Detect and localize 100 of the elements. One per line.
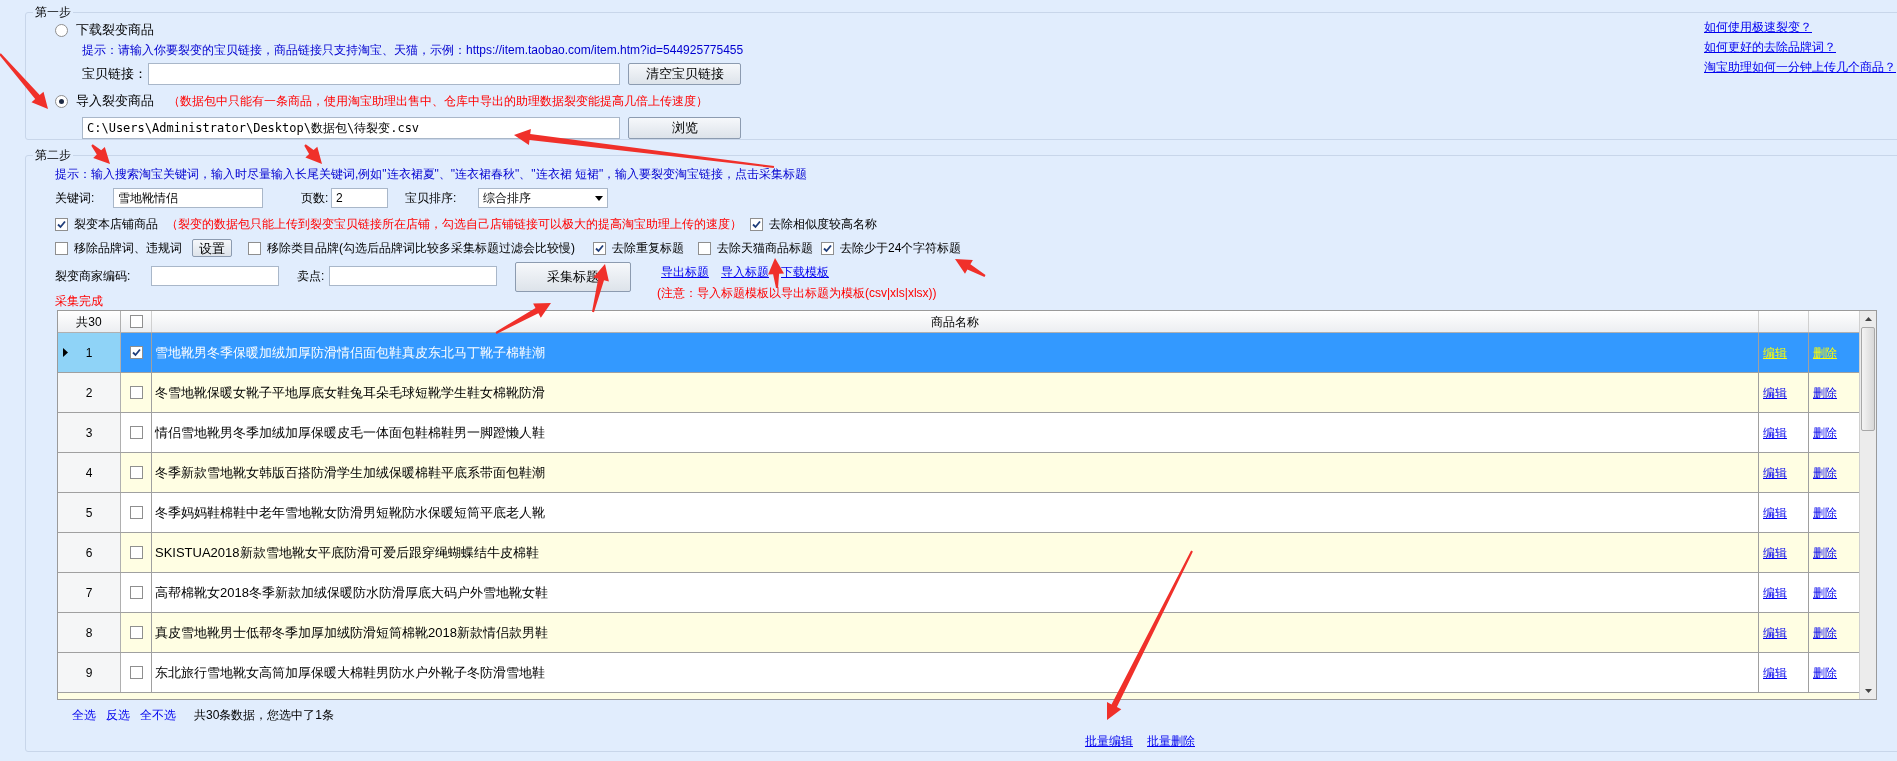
table-row[interactable]: 4 冬季新款雪地靴女韩版百搭防滑学生加绒保暖棉鞋平底系带面包鞋潮 编辑 删除 [58, 453, 1859, 493]
row-count-header: 共30 [58, 311, 121, 332]
sort-dropdown[interactable]: 综合排序 [478, 188, 608, 208]
status-text: 采集完成 [55, 293, 104, 310]
row-number: 4 [85, 464, 93, 482]
table-row[interactable]: 1 雪地靴男冬季保暖加绒加厚防滑情侣面包鞋真皮东北马丁靴子棉鞋潮 编辑 删除 [58, 333, 1859, 373]
row-number: 3 [85, 424, 93, 442]
checkbox-label: 移除品牌词、违规词 [74, 240, 182, 257]
checkbox[interactable] [593, 241, 606, 255]
browse-button[interactable]: 浏览 [628, 117, 741, 139]
checkbox[interactable] [129, 666, 143, 679]
row-number: 5 [85, 504, 93, 522]
radio-label: 下载裂变商品 [76, 21, 154, 40]
checkbox[interactable] [698, 241, 711, 255]
table-cell: 冬雪地靴保暖女靴子平地厚底女鞋兔耳朵毛球短靴学生鞋女棉靴防滑 [152, 373, 1759, 412]
delete-link[interactable]: 删除 [1813, 423, 1837, 442]
checkbox[interactable] [129, 346, 143, 359]
row-number: 7 [85, 584, 93, 602]
delete-link[interactable]: 删除 [1813, 503, 1837, 522]
checkbox[interactable] [248, 241, 261, 255]
selling-point-input[interactable] [329, 266, 497, 286]
radio-button[interactable] [55, 23, 68, 37]
help-link[interactable]: 如何使用极速裂变？ [1704, 20, 1896, 34]
caret-icon [595, 195, 603, 201]
settings-button[interactable]: 设置 [192, 239, 232, 257]
clear-link-button[interactable]: 清空宝贝链接 [628, 63, 741, 85]
checkbox[interactable] [129, 426, 143, 439]
template-note: (注意：导入标题模板以导出标题为模板(csv|xls|xlsx)) [657, 285, 937, 302]
table-row[interactable]: 5 冬季妈妈鞋棉鞋中老年雪地靴女防滑男短靴防水保暖短筒平底老人靴 编辑 删除 [58, 493, 1859, 533]
file-path-input[interactable]: C:\Users\Administrator\Desktop\数据包\待裂变.csv [82, 117, 620, 139]
row-number: 1 [85, 344, 93, 362]
delete-link[interactable]: 删除 [1813, 383, 1837, 402]
shop-note: （裂变的数据包只能上传到裂变宝贝链接所在店铺，勾选自己店铺链接可以极大的提高淘宝助理上传的速度） [166, 216, 742, 233]
bulk-action-link[interactable]: 批量删除 [1147, 732, 1195, 750]
radio-label: 导入裂变商品 [76, 92, 154, 111]
current-row-icon [63, 348, 68, 357]
pages-input[interactable]: 2 [331, 188, 388, 208]
template-link[interactable]: 导入标题 [721, 263, 769, 281]
edit-link[interactable]: 编辑 [1763, 663, 1787, 682]
table-row[interactable]: 3 情侣雪地靴男冬季加绒加厚保暖皮毛一体面包鞋棉鞋男一脚蹬懒人鞋 编辑 删除 [58, 413, 1859, 453]
table-row[interactable]: 2 冬雪地靴保暖女靴子平地厚底女鞋兔耳朵毛球短靴学生鞋女棉靴防滑 编辑 删除 [58, 373, 1859, 413]
checkbox[interactable] [129, 386, 143, 399]
annotation-arrow [955, 259, 986, 277]
row-number: 8 [85, 624, 93, 642]
table-cell: 冬季妈妈鞋棉鞋中老年雪地靴女防滑男短靴防水保暖短筒平底老人靴 [152, 493, 1759, 532]
bulk-action-link[interactable]: 批量编辑 [1085, 732, 1133, 750]
template-link[interactable]: 下载模板 [781, 263, 829, 281]
checkbox[interactable] [129, 506, 143, 519]
table-row[interactable]: 8 真皮雪地靴男士低帮冬季加厚加绒防滑短筒棉靴2018新款情侣款男鞋 编辑 删除 [58, 613, 1859, 653]
selection-link[interactable]: 反选 [106, 706, 130, 724]
merchant-code-input[interactable] [151, 266, 279, 286]
edit-link[interactable]: 编辑 [1763, 503, 1787, 522]
keyword-input[interactable]: 雪地靴情侣 [113, 188, 263, 208]
row-number: 2 [85, 384, 93, 402]
link-input[interactable] [148, 63, 620, 85]
annotation-arrow [495, 303, 551, 334]
template-link[interactable]: 导出标题 [661, 263, 709, 281]
edit-link[interactable]: 编辑 [1763, 583, 1787, 602]
checkbox[interactable] [750, 217, 763, 231]
checkbox[interactable] [129, 586, 143, 599]
edit-link[interactable]: 编辑 [1763, 423, 1787, 442]
checkbox[interactable] [55, 241, 68, 255]
annotation-arrow [0, 53, 48, 109]
edit-link[interactable]: 编辑 [1763, 463, 1787, 482]
help-link[interactable]: 如何更好的去除品牌词？ [1704, 40, 1896, 54]
table-row[interactable]: 7 高帮棉靴女2018冬季新款加绒保暖防水防滑厚底大码户外雪地靴女鞋 编辑 删除 [58, 573, 1859, 613]
edit-link[interactable]: 编辑 [1763, 623, 1787, 642]
scroll-thumb[interactable] [1861, 327, 1875, 431]
hint-text: 提示：请输入你要裂变的宝贝链接，商品链接只支持淘宝、天猫，示例：https://item.taobao.com/item.htm?id=544925775455 [82, 42, 744, 59]
checkbox-label: 去除相似度较高名称 [769, 216, 877, 233]
field-label: 裂变商家编码: [55, 268, 132, 285]
table-row[interactable]: 6 SKISTUA2018新款雪地靴女平底防滑可爱后跟穿绳蝴蝶结牛皮棉鞋 编辑 删除 [58, 533, 1859, 573]
checkbox[interactable] [129, 466, 143, 479]
table-row[interactable]: 9 东北旅行雪地靴女高筒加厚保暖大棉鞋男防水户外靴子冬防滑雪地鞋 编辑 删除 [58, 653, 1859, 693]
checkbox[interactable] [129, 315, 143, 328]
table-cell: 情侣雪地靴男冬季加绒加厚保暖皮毛一体面包鞋棉鞋男一脚蹬懒人鞋 [152, 413, 1759, 452]
radio-button[interactable] [55, 94, 68, 108]
delete-link[interactable]: 删除 [1813, 663, 1837, 682]
checkbox[interactable] [821, 241, 834, 255]
help-link[interactable]: 淘宝助理如何一分钟上传几个商品？ [1704, 60, 1896, 74]
field-label: 页数: [301, 190, 330, 207]
import-note: （数据包中只能有一条商品，使用淘宝助理出售中、仓库中导出的助理数据裂变能提高几倍上传速度） [168, 93, 708, 110]
scroll-down-icon[interactable] [1864, 689, 1872, 693]
field-label: 宝贝排序: [405, 190, 458, 207]
scrollbar[interactable] [1859, 311, 1876, 699]
edit-link[interactable]: 编辑 [1763, 543, 1787, 562]
delete-link[interactable]: 删除 [1813, 543, 1837, 562]
field-label: 卖点: [297, 268, 326, 285]
checkbox[interactable] [55, 217, 68, 231]
selection-link[interactable]: 全选 [72, 706, 96, 724]
delete-link[interactable]: 删除 [1813, 583, 1837, 602]
delete-link[interactable]: 删除 [1813, 463, 1837, 482]
edit-link[interactable]: 编辑 [1763, 383, 1787, 402]
checkbox[interactable] [129, 626, 143, 639]
scroll-up-icon[interactable] [1864, 317, 1872, 321]
field-label: 宝贝链接： [82, 65, 148, 84]
delete-link[interactable]: 删除 [1813, 623, 1837, 642]
selection-link[interactable]: 全不选 [140, 706, 176, 724]
table-cell: 冬季新款雪地靴女韩版百搭防滑学生加绒保暖棉鞋平底系带面包鞋潮 [152, 453, 1759, 492]
checkbox[interactable] [129, 546, 143, 559]
